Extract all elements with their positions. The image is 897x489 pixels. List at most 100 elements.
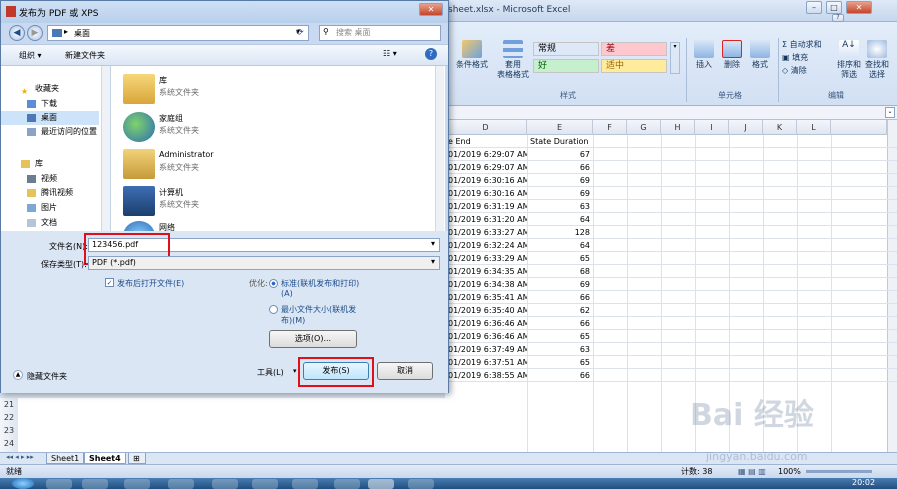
collapse-up-icon[interactable]: ▲ bbox=[13, 370, 23, 380]
new-sheet-icon[interactable]: ⊞ bbox=[128, 453, 146, 464]
cell[interactable]: 65 bbox=[527, 330, 593, 343]
cell[interactable]: 01/2019 6:37:51 AM bbox=[445, 356, 527, 369]
style-normal[interactable]: 常规 bbox=[533, 42, 599, 56]
autosum-button[interactable]: Σ 自动求和 bbox=[782, 40, 822, 50]
cell[interactable]: 64 bbox=[527, 213, 593, 226]
column-header-e[interactable]: E bbox=[527, 120, 593, 135]
breadcrumb[interactable]: 桌面 bbox=[74, 28, 90, 39]
cell[interactable]: 64 bbox=[527, 239, 593, 252]
taskbar-excel-icon[interactable] bbox=[368, 479, 394, 489]
cell[interactable]: 01/2019 6:34:35 AM bbox=[445, 265, 527, 278]
maximize-button[interactable]: □ bbox=[826, 1, 842, 14]
radio-minimum[interactable] bbox=[269, 305, 278, 314]
open-after-checkbox[interactable]: ✓ bbox=[105, 278, 114, 287]
cell[interactable]: 67 bbox=[527, 148, 593, 161]
worksheet-grid[interactable]: D E F G H I J K L e End State Duration 0… bbox=[445, 120, 897, 452]
sheet-tab-sheet1[interactable]: Sheet1 bbox=[46, 453, 85, 464]
taskbar-app-icon[interactable] bbox=[46, 479, 72, 489]
column-header-f[interactable]: F bbox=[593, 120, 627, 135]
nav-tencent-video[interactable]: 腾讯视频 bbox=[1, 186, 99, 200]
cell[interactable]: 01/2019 6:36:46 AM bbox=[445, 330, 527, 343]
cell[interactable]: 62 bbox=[527, 304, 593, 317]
nav-pictures[interactable]: 图片 bbox=[1, 201, 99, 215]
taskbar-app-icon[interactable] bbox=[82, 479, 108, 489]
row-header[interactable]: 24 bbox=[0, 439, 18, 448]
nav-desktop[interactable]: 桌面 bbox=[1, 111, 99, 125]
search-input[interactable]: 搜索 桌面 bbox=[319, 25, 441, 41]
clear-button[interactable]: ◇ 清除 bbox=[782, 66, 807, 76]
styles-more-button[interactable]: ▾ bbox=[670, 42, 680, 74]
cell[interactable]: 01/2019 6:37:49 AM bbox=[445, 343, 527, 356]
organize-button[interactable]: 组织 ▾ bbox=[19, 50, 42, 61]
row-header[interactable]: 21 bbox=[0, 400, 18, 409]
style-good[interactable]: 好 bbox=[533, 59, 599, 73]
cell[interactable]: 66 bbox=[527, 291, 593, 304]
delete-button[interactable]: 删除 bbox=[718, 40, 746, 70]
taskbar-app-icon[interactable] bbox=[292, 479, 318, 489]
cell[interactable]: 69 bbox=[527, 174, 593, 187]
filetype-select[interactable]: PDF (*.pdf) bbox=[88, 256, 440, 270]
cell[interactable]: 01/2019 6:31:20 AM bbox=[445, 213, 527, 226]
row-header[interactable]: 22 bbox=[0, 413, 18, 422]
cell[interactable]: 66 bbox=[527, 161, 593, 174]
column-header-d[interactable]: D bbox=[445, 120, 527, 135]
cell[interactable]: 01/2019 6:30:16 AM bbox=[445, 187, 527, 200]
tools-button[interactable]: 工具(L) bbox=[257, 367, 284, 378]
cell[interactable]: 128 bbox=[527, 226, 593, 239]
sort-filter-button[interactable]: A↓ 排序和 筛选 bbox=[836, 40, 862, 80]
cell[interactable]: 01/2019 6:30:16 AM bbox=[445, 174, 527, 187]
cell[interactable]: 01/2019 6:35:41 AM bbox=[445, 291, 527, 304]
close-button[interactable]: ✕ bbox=[846, 1, 872, 14]
column-header-h[interactable]: H bbox=[661, 120, 695, 135]
taskbar-app-icon[interactable] bbox=[212, 479, 238, 489]
column-header-g[interactable]: G bbox=[627, 120, 661, 135]
nav-documents[interactable]: 文档 bbox=[1, 216, 99, 230]
dialog-close-button[interactable]: ✕ bbox=[419, 3, 443, 16]
cell[interactable]: 01/2019 6:33:29 AM bbox=[445, 252, 527, 265]
chevron-down-icon[interactable]: ▾ bbox=[293, 367, 297, 375]
worksheet-grid-lower[interactable] bbox=[18, 398, 445, 453]
column-header-i[interactable]: I bbox=[695, 120, 729, 135]
nav-downloads[interactable]: 下载 bbox=[1, 97, 99, 111]
help-icon[interactable]: ? bbox=[425, 48, 437, 60]
cell[interactable]: 63 bbox=[527, 343, 593, 356]
cell[interactable]: 01/2019 6:33:27 AM bbox=[445, 226, 527, 239]
tab-nav-arrows[interactable]: ◂◂ ◂ ▸ ▸▸ bbox=[6, 453, 34, 461]
start-orb-icon[interactable] bbox=[12, 478, 34, 489]
cell[interactable]: 69 bbox=[527, 187, 593, 200]
find-select-button[interactable]: 查找和 选择 bbox=[864, 40, 890, 80]
refresh-icon[interactable]: ⟳ bbox=[292, 25, 308, 41]
hide-folders-button[interactable]: 隐藏文件夹 bbox=[27, 371, 67, 382]
column-header-k[interactable]: K bbox=[763, 120, 797, 135]
format-button[interactable]: 格式 bbox=[746, 40, 774, 70]
expand-formula-icon[interactable]: ⌄ bbox=[885, 107, 895, 118]
list-item[interactable]: 家庭组 系统文件夹 bbox=[123, 110, 383, 146]
minimize-button[interactable]: – bbox=[806, 1, 822, 14]
nav-scrollbar[interactable] bbox=[101, 66, 110, 231]
cancel-button[interactable]: 取消 bbox=[377, 362, 433, 380]
list-item[interactable]: 网络 bbox=[123, 219, 383, 231]
back-icon[interactable]: ◀ bbox=[9, 25, 25, 41]
cell[interactable]: 01/2019 6:32:24 AM bbox=[445, 239, 527, 252]
sheet-tab-sheet4[interactable]: Sheet4 bbox=[84, 453, 126, 464]
nav-favorites[interactable]: ★ 收藏夹 bbox=[1, 82, 99, 96]
column-header-j[interactable]: J bbox=[729, 120, 763, 135]
list-item[interactable]: 计算机 系统文件夹 bbox=[123, 184, 383, 220]
nav-videos[interactable]: 视频 bbox=[1, 172, 99, 186]
chevron-down-icon[interactable]: ▾ bbox=[431, 239, 435, 248]
insert-button[interactable]: 插入 bbox=[690, 40, 718, 70]
taskbar-app-icon[interactable] bbox=[124, 479, 150, 489]
zoom-slider[interactable] bbox=[806, 470, 872, 473]
taskbar-app-icon[interactable] bbox=[334, 479, 360, 489]
cell[interactable]: State Duration bbox=[527, 135, 593, 148]
cell[interactable]: 69 bbox=[527, 278, 593, 291]
help-icon[interactable]: ? bbox=[832, 14, 844, 22]
cell[interactable]: 66 bbox=[527, 369, 593, 382]
new-folder-button[interactable]: 新建文件夹 bbox=[65, 50, 105, 61]
cell[interactable]: 65 bbox=[527, 356, 593, 369]
options-button[interactable]: 选项(O)... bbox=[269, 330, 357, 348]
forward-icon[interactable]: ▶ bbox=[27, 25, 43, 41]
cell[interactable]: 01/2019 6:34:38 AM bbox=[445, 278, 527, 291]
address-bar[interactable]: ▸ 桌面 ▾ bbox=[47, 25, 309, 41]
cell[interactable]: 01/2019 6:38:55 AM bbox=[445, 369, 527, 382]
